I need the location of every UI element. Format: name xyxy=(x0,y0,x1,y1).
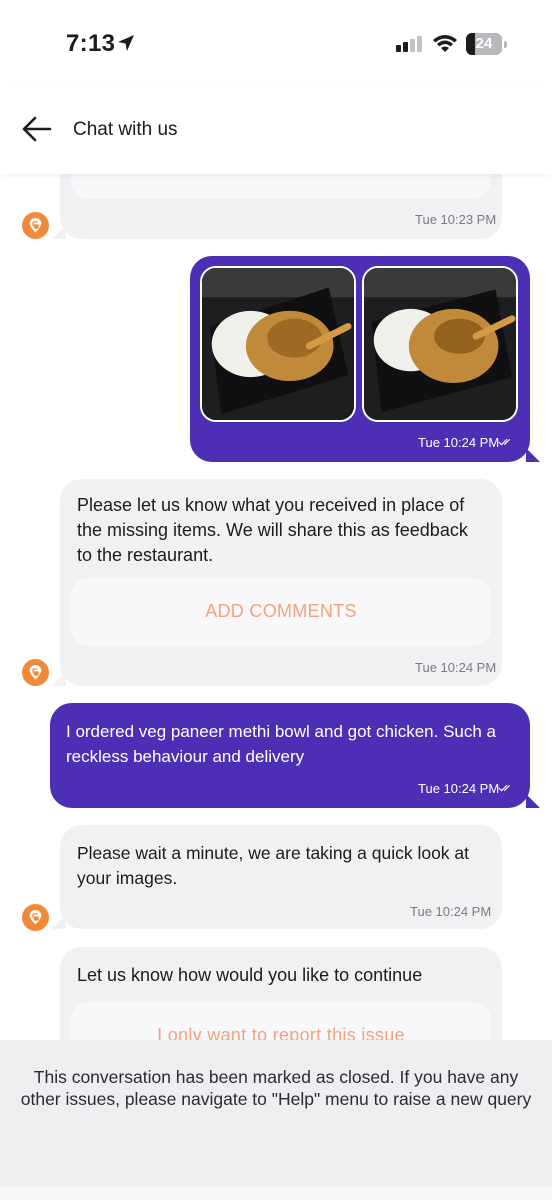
message-timestamp: Tue 10:24 PM xyxy=(418,781,500,796)
food-photo-2[interactable] xyxy=(362,266,518,422)
support-message: Please wait a minute, we are taking a qu… xyxy=(60,825,502,929)
conversation-closed-banner: This conversation has been marked as clo… xyxy=(0,1040,552,1186)
arrow-left-icon[interactable] xyxy=(22,116,52,142)
message-timestamp: Tue 10:24 PM xyxy=(410,904,492,919)
wifi-icon xyxy=(433,35,457,52)
double-check-icon xyxy=(498,784,510,792)
report-issue-label: I only want to report this issue xyxy=(157,1025,405,1040)
add-comments-label: ADD COMMENTS xyxy=(205,601,357,621)
message-timestamp: Tue 10:23 PM xyxy=(415,212,497,227)
support-avatar xyxy=(22,659,49,686)
add-comments-button[interactable]: ADD COMMENTS xyxy=(71,578,491,646)
message-timestamp: Tue 10:24 PM xyxy=(415,660,497,675)
closed-message: This conversation has been marked as clo… xyxy=(20,1067,532,1109)
chat-messages[interactable]: Tue 10:23 PM Tue 10:24 PM Please let us … xyxy=(0,174,552,1040)
status-bar: 7:13 24 xyxy=(0,0,552,84)
battery-level: 24 xyxy=(475,35,493,52)
battery-icon: 24 xyxy=(466,33,508,55)
location-arrow-icon xyxy=(118,35,134,51)
message-text: Please let us know what you received in … xyxy=(77,495,468,565)
user-image-message: Tue 10:24 PM xyxy=(190,256,530,462)
message-text: Let us know how would you like to contin… xyxy=(77,965,423,985)
report-issue-option[interactable]: I only want to report this issue xyxy=(71,1002,491,1040)
bottom-bar xyxy=(0,1186,552,1200)
message-action-card[interactable] xyxy=(71,174,491,199)
support-message xyxy=(60,174,502,239)
support-avatar xyxy=(22,212,49,239)
swiggy-logo-icon xyxy=(28,217,43,234)
food-photo-1[interactable] xyxy=(200,266,356,422)
status-time: 7:13 xyxy=(66,30,116,57)
support-avatar xyxy=(22,904,49,931)
message-text: Please wait a minute, we are taking a qu… xyxy=(77,843,470,888)
chat-header: Chat with us xyxy=(0,84,552,174)
user-message: I ordered veg paneer methi bowl and got … xyxy=(50,703,530,808)
cellular-signal-icon xyxy=(396,36,422,52)
support-message: Let us know how would you like to contin… xyxy=(60,947,502,1040)
double-check-icon xyxy=(498,438,510,446)
support-message: Please let us know what you received in … xyxy=(60,479,502,686)
swiggy-logo-icon xyxy=(28,909,43,926)
message-text: I ordered veg paneer methi bowl and got … xyxy=(66,722,496,766)
page-title: Chat with us xyxy=(73,119,178,140)
message-timestamp: Tue 10:24 PM xyxy=(418,435,500,450)
swiggy-logo-icon xyxy=(28,664,43,681)
